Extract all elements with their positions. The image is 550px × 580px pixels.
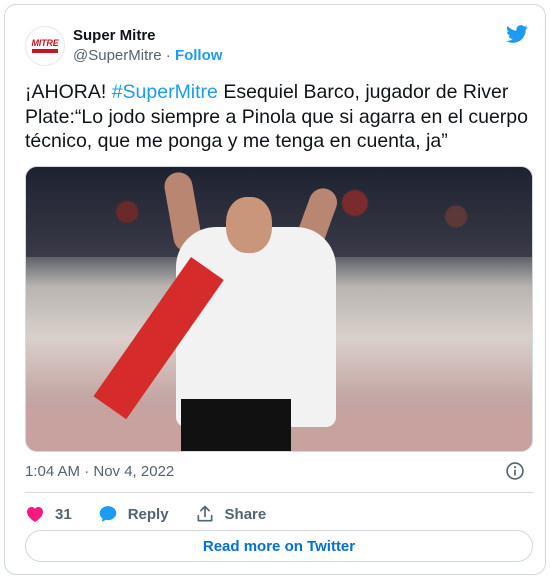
- twitter-bird-icon[interactable]: [505, 23, 529, 45]
- photo-player-shorts: [181, 399, 291, 451]
- share-label: Share: [224, 505, 267, 523]
- info-icon[interactable]: [505, 461, 525, 481]
- divider: [25, 492, 533, 493]
- separator: ·: [165, 47, 171, 64]
- account-handle[interactable]: @SuperMitre: [73, 47, 162, 64]
- read-more-button[interactable]: Read more on Twitter: [25, 530, 533, 562]
- tweet-photo[interactable]: [25, 166, 533, 452]
- account-name[interactable]: Super Mitre: [73, 27, 156, 44]
- handle-row: @SuperMitre · Follow: [73, 47, 222, 64]
- photo-player-jersey: [176, 227, 336, 427]
- like-button[interactable]: 31: [25, 504, 72, 524]
- share-button[interactable]: Share: [195, 504, 267, 524]
- tweet-text-prefix: ¡AHORA!: [25, 81, 112, 103]
- avatar[interactable]: MITRE: [25, 26, 65, 66]
- speech-bubble-icon: [99, 506, 117, 522]
- tweet-text: ¡AHORA! #SuperMitre Esequiel Barco, juga…: [25, 80, 537, 154]
- action-bar: 31 Reply Share: [25, 502, 292, 526]
- heart-icon: [27, 507, 43, 522]
- follow-button[interactable]: Follow: [175, 47, 223, 64]
- tweet-card: MITRE Super Mitre @SuperMitre · Follow ¡…: [4, 4, 546, 575]
- hashtag-link[interactable]: #SuperMitre: [112, 81, 218, 103]
- tweet-timestamp[interactable]: 1:04 AM · Nov 4, 2022: [25, 463, 174, 480]
- avatar-logo: MITRE: [32, 39, 59, 53]
- upload-icon: [197, 505, 213, 522]
- reply-label: Reply: [127, 505, 169, 523]
- reply-button[interactable]: Reply: [98, 504, 169, 524]
- photo-player-head: [226, 197, 272, 253]
- like-count: 31: [55, 505, 72, 523]
